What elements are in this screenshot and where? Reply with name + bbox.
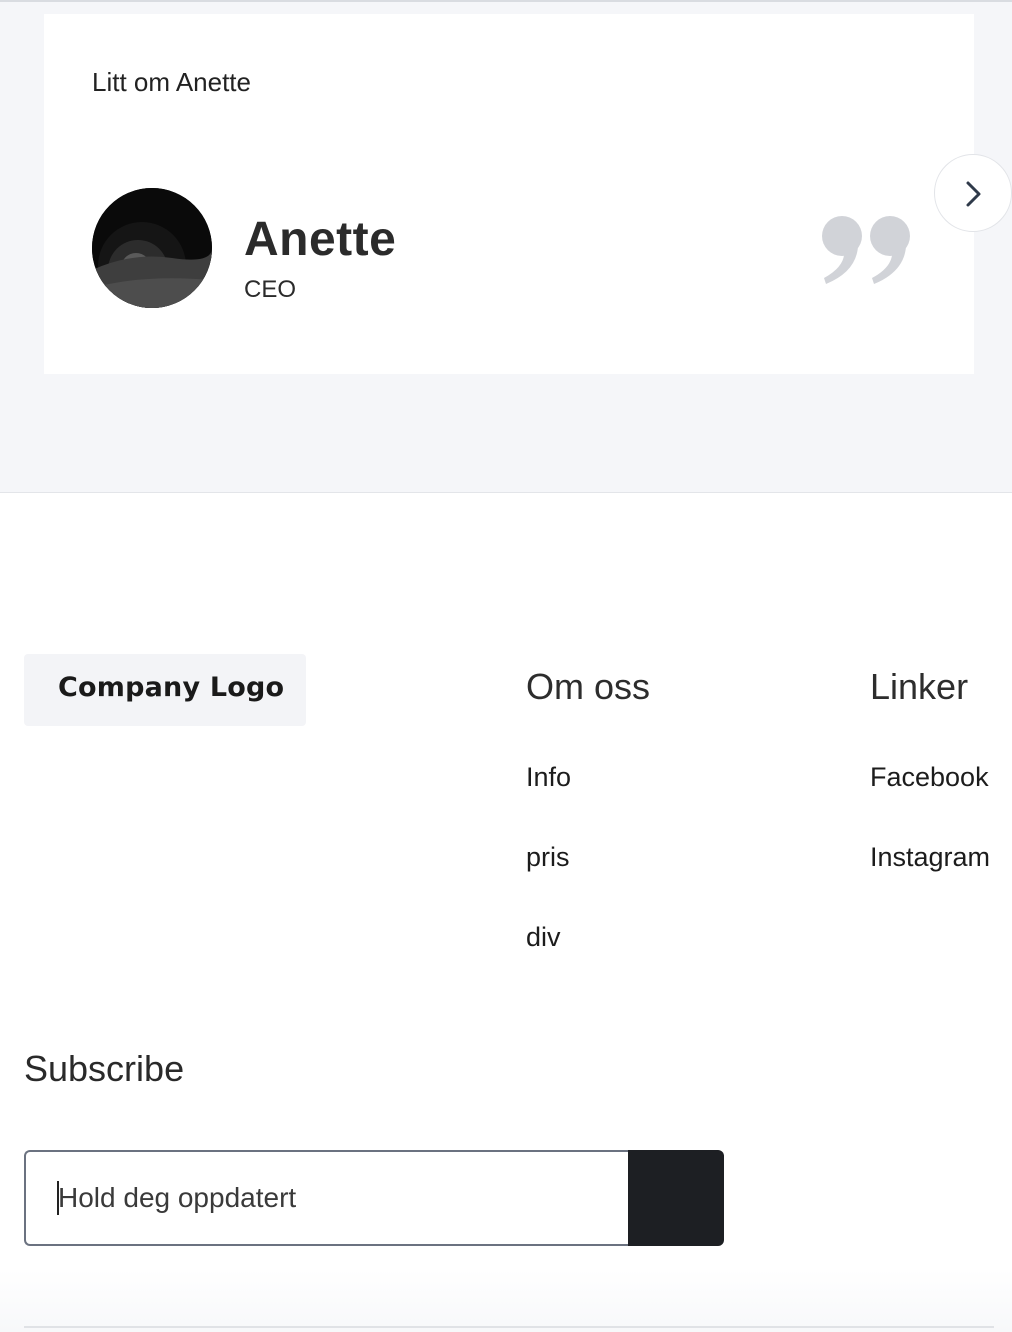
company-logo-text: Company Logo [58,672,285,703]
testimonial-section: Litt om Anette Anette CEO [0,0,1012,493]
company-logo[interactable]: Company Logo [24,654,306,726]
testimonial-card: Litt om Anette Anette CEO [44,14,974,374]
footer-divider [24,1326,994,1328]
chevron-right-icon [966,181,981,207]
subscribe-email-input[interactable] [24,1150,630,1246]
footer-link-pris[interactable]: pris [526,842,570,873]
next-testimonial-button[interactable] [934,154,1012,232]
footer-link-info[interactable]: Info [526,762,571,793]
footer-bottom-area [0,1270,1012,1332]
avatar [92,188,212,308]
person-name: Anette [244,213,397,266]
footer-heading-om-oss: Om oss [526,666,651,707]
testimonial-heading: Litt om Anette [92,67,251,97]
subscribe-submit-button[interactable] [628,1150,724,1246]
text-caret [57,1181,59,1215]
subscribe-form [24,1150,724,1246]
footer-link-div[interactable]: div [526,922,561,953]
footer-link-instagram[interactable]: Instagram [870,842,990,873]
person-role: CEO [244,276,297,303]
footer-heading-linker: Linker [870,666,969,707]
footer-link-facebook[interactable]: Facebook [870,762,989,793]
quote-mark-icon [820,214,914,286]
subscribe-title: Subscribe [24,1048,185,1089]
